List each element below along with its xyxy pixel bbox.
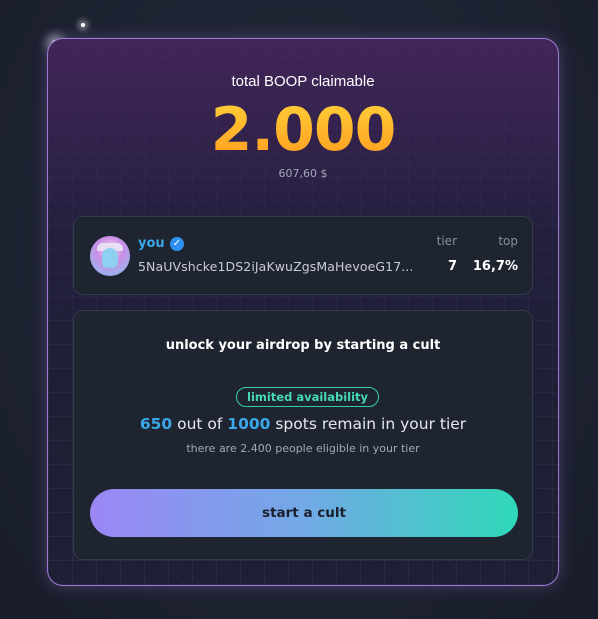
claimable-amount: 2.000 bbox=[48, 95, 558, 165]
spots-remaining-text: 650 out of 1000 spots remain in your tie… bbox=[139, 415, 467, 433]
wallet-address[interactable]: 5NaUVshcke1DS2iJaKwuZgsMaHevoeG17... bbox=[138, 259, 433, 274]
airdrop-card: total BOOP claimable 2.000 607,60 $ you … bbox=[47, 38, 559, 586]
limited-availability-badge: limited availability bbox=[236, 387, 380, 407]
sparkle-decoration bbox=[81, 23, 85, 27]
user-info-card: you ✓ 5NaUVshcke1DS2iJaKwuZgsMaHevoeG17.… bbox=[73, 216, 533, 295]
verified-checkmark-icon: ✓ bbox=[170, 237, 184, 251]
top-label: top bbox=[498, 234, 518, 248]
top-value: 16,7% bbox=[472, 259, 518, 274]
eligible-people-text: there are 2.400 people eligible in your … bbox=[186, 442, 420, 455]
tier-label: tier bbox=[436, 234, 457, 248]
tier-value: 7 bbox=[447, 259, 457, 274]
spots-total-count: 1000 bbox=[227, 415, 271, 433]
claimable-label: total BOOP claimable bbox=[231, 73, 375, 90]
cult-unlock-card: unlock your airdrop by starting a cult l… bbox=[73, 310, 533, 560]
start-cult-button[interactable]: start a cult bbox=[90, 489, 518, 537]
claimable-usd-value: 607,60 $ bbox=[278, 167, 328, 180]
avatar bbox=[90, 236, 130, 276]
user-name: you bbox=[138, 236, 165, 251]
spots-remaining-count: 650 bbox=[139, 415, 173, 433]
cult-title: unlock your airdrop by starting a cult bbox=[165, 338, 441, 353]
